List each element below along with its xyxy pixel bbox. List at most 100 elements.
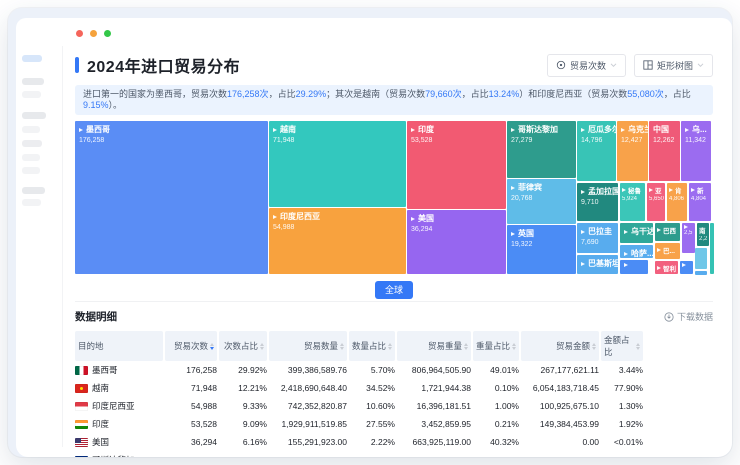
treemap-node[interactable]: 智利	[655, 261, 678, 274]
treemap-node-name: 南	[699, 225, 706, 235]
treemap-node-name: 越南	[280, 124, 296, 135]
table-cell: 663,925,119.00	[397, 437, 471, 447]
column-header-metric[interactable]: 贸易金额	[521, 331, 599, 361]
maximize-window-icon[interactable]	[104, 30, 111, 37]
drilldown-arrow-icon	[273, 128, 277, 132]
column-header-metric[interactable]: 数量占比	[349, 331, 395, 361]
country-flag-icon	[75, 420, 88, 429]
summary-highlight: 9.15%	[83, 100, 109, 110]
treemap-node[interactable]: 乌...11,342	[681, 121, 711, 181]
sort-icon[interactable]	[636, 343, 640, 350]
treemap-node[interactable]: 新4,804	[689, 183, 711, 221]
country-name: 印度尼西亚	[92, 400, 135, 412]
treemap-node[interactable]: 印度尼西亚54,988	[269, 208, 406, 274]
sort-icon[interactable]	[210, 343, 214, 350]
treemap-breadcrumb-row: 全球	[75, 280, 713, 295]
treemap-node[interactable]: 肯4,806	[667, 183, 687, 221]
treemap-node[interactable]	[710, 223, 714, 274]
drilldown-arrow-icon	[622, 188, 626, 192]
treemap-node[interactable]: 越南71,948	[269, 121, 406, 207]
treemap-node-value: 27,279	[511, 137, 572, 144]
treemap-node[interactable]: 孟加拉国9,710	[577, 183, 618, 221]
table-cell: <0.01%	[601, 437, 643, 447]
column-header-metric[interactable]: 金额占比	[601, 331, 643, 361]
table-cell: 149,384,453.99	[521, 419, 599, 429]
treemap-node-name: 巴西	[663, 225, 676, 235]
treemap-node[interactable]: 哥斯达黎加27,279	[507, 121, 576, 178]
treemap-node[interactable]: 巴西	[655, 223, 680, 241]
chart-type-selector-button[interactable]: 矩形树图	[634, 54, 713, 77]
treemap-node-name: 印度尼西亚	[280, 211, 320, 222]
treemap-node[interactable]: 巴...	[655, 243, 680, 259]
treemap-node[interactable]: 乌克兰12,427	[617, 121, 648, 181]
summary-text: ）。	[109, 100, 123, 110]
treemap-node[interactable]: 墨西哥176,258	[75, 121, 268, 274]
treemap-node[interactable]: 厄瓜多尔14,796	[577, 121, 616, 181]
treemap-node[interactable]: 英国19,322	[507, 225, 576, 274]
treemap-node[interactable]: 乌干达	[620, 223, 653, 243]
treemap-node[interactable]: 哈萨...	[620, 245, 653, 258]
summary-highlight: 13.24%	[489, 89, 520, 99]
treemap-node[interactable]: 巴基斯坦	[577, 255, 618, 274]
chart-type-selector-label: 矩形树图	[657, 59, 693, 72]
table-row[interactable]: 印度尼西亚54,9889.33%742,352,820.8710.60%16,3…	[75, 397, 627, 415]
treemap-node-name: 亚	[655, 185, 662, 195]
treemap-node-value: 4,806	[669, 196, 685, 202]
table-cell: 0.14%	[601, 455, 643, 457]
treemap-root-button[interactable]: 全球	[375, 281, 413, 299]
drilldown-arrow-icon	[581, 128, 585, 132]
table-cell: 49.01%	[473, 365, 519, 375]
table-row[interactable]: 墨西哥176,25829.92%399,386,589.765.70%806,9…	[75, 361, 627, 379]
treemap-node[interactable]: 中国12,262	[649, 121, 680, 181]
treemap-node-label: 巴基斯坦	[581, 258, 614, 269]
sort-icon[interactable]	[464, 343, 468, 350]
column-header-label: 贸易重量	[428, 340, 462, 352]
close-window-icon[interactable]	[76, 30, 83, 37]
table-cell: 155,291,923.00	[269, 437, 347, 447]
table-cell: 1,363,240.15	[397, 455, 471, 457]
column-header-metric[interactable]: 次数占比	[219, 331, 267, 361]
summary-text: 进口第一的国家为墨西哥，贸易次数	[83, 89, 227, 99]
sidebar-skeleton-item	[22, 167, 40, 174]
column-header-metric[interactable]: 贸易次数	[165, 331, 217, 361]
treemap-node-label: 肯	[669, 185, 685, 195]
sort-icon[interactable]	[592, 343, 596, 350]
treemap-node[interactable]: 美国36,294	[407, 210, 506, 274]
treemap-node[interactable]: 巴拉圭7,690	[577, 223, 618, 253]
column-header-label: 贸易次数	[174, 340, 208, 352]
sort-icon[interactable]	[388, 343, 392, 350]
country-name: 印度	[92, 418, 109, 430]
summary-text: ，占比	[664, 89, 691, 99]
download-data-link[interactable]: 下载数据	[664, 310, 713, 323]
column-header-metric[interactable]: 重量占比	[473, 331, 519, 361]
treemap-node[interactable]	[680, 261, 693, 274]
treemap-node[interactable]: 南2,2	[697, 223, 709, 246]
treemap-node[interactable]: 秘鲁5,924	[620, 183, 645, 221]
treemap-node[interactable]	[620, 260, 648, 274]
treemap-node-label: 印度尼西亚	[273, 211, 402, 222]
treemap-node[interactable]: 菲律宾20,768	[507, 179, 576, 224]
table-row[interactable]: 哥斯达黎加27,2794.63%0.00<0.01%1,363,240.150.…	[75, 451, 627, 457]
table-row[interactable]: 印度53,5289.09%1,929,911,519.8527.55%3,452…	[75, 415, 627, 433]
table-row[interactable]: 越南71,94812.21%2,418,690,648.4034.52%1,72…	[75, 379, 627, 397]
drilldown-arrow-icon	[511, 186, 515, 190]
sort-icon[interactable]	[512, 343, 516, 350]
sort-icon[interactable]	[340, 343, 344, 350]
table-row[interactable]: 美国36,2946.16%155,291,923.002.22%663,925,…	[75, 433, 627, 451]
treemap-node[interactable]: 印度53,528	[407, 121, 506, 209]
column-header-metric[interactable]: 贸易重量	[397, 331, 471, 361]
summary-highlight: 55,080次	[627, 89, 664, 99]
treemap-node-label: 菲律宾	[511, 182, 572, 193]
metric-icon	[556, 60, 566, 70]
minimize-window-icon[interactable]	[90, 30, 97, 37]
column-header-metric[interactable]: 贸易数量	[269, 331, 347, 361]
metric-selector-button[interactable]: 贸易次数	[547, 54, 626, 77]
drilldown-arrow-icon	[581, 262, 585, 266]
treemap-node[interactable]: 2,5	[682, 223, 695, 253]
table-cell: 267,177,621.11	[521, 365, 599, 375]
treemap-node[interactable]: 亚5,650	[647, 183, 665, 221]
treemap-node-label: 南	[699, 225, 707, 235]
treemap-node[interactable]	[695, 248, 707, 269]
treemap-node[interactable]	[695, 271, 707, 275]
sort-icon[interactable]	[260, 343, 264, 350]
